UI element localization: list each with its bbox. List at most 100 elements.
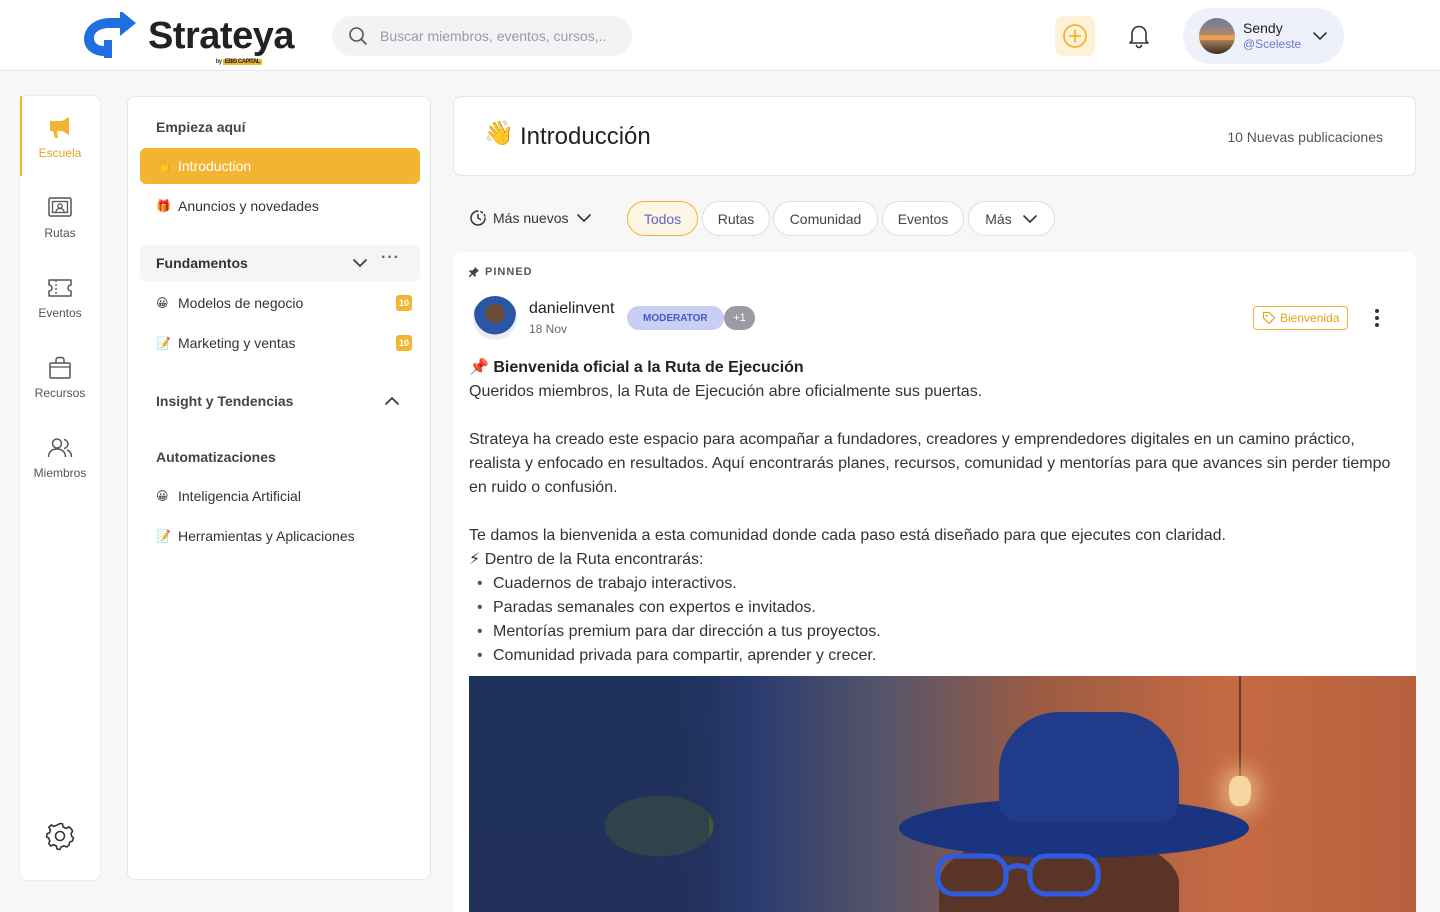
brand-sub-prefix: by [215,59,223,65]
more-options-icon[interactable]: ··· [381,249,400,267]
post-intro: Queridos miembros, la Ruta de Ejecución … [469,383,983,400]
filter-mas[interactable]: Más [968,201,1055,236]
chevron-down-icon [577,214,592,223]
nav-label-recursos: Recursos [34,386,86,400]
bell-icon [1129,25,1149,49]
search-bar[interactable] [332,16,632,56]
tag-icon [1262,311,1276,325]
chevron-down-icon [1022,214,1037,223]
brand-name: Strateya by EBIS CAPITAL [148,15,294,65]
search-icon [349,27,367,45]
moderator-badge: MODERATOR [627,306,724,330]
course-sidebar: Empieza aquí 👋 Introduction 🎁 Anuncios y… [127,96,431,880]
filter-eventos[interactable]: Eventos [882,201,964,236]
course-item-label: Marketing y ventas [178,335,296,351]
memo-icon: 📝 [156,529,171,543]
course-item-modelos[interactable]: 😀 Modelos de negocio 10 [140,285,420,321]
nav-item-eventos[interactable]: Eventos [20,256,100,336]
nav-label-miembros: Miembros [33,466,87,480]
group-label: Fundamentos [156,255,248,271]
notifications-button[interactable] [1119,16,1159,56]
course-item-label: Inteligencia Artificial [178,488,301,504]
pin-icon [469,267,479,277]
extra-roles-badge[interactable]: +1 [724,306,755,330]
post-list-intro: ⚡ Dentro de la Ruta encontrarás: [469,548,1399,572]
brand-name-text: Strateya [148,15,294,57]
sort-label: Más nuevos [493,210,569,226]
filter-label: Más [985,210,1012,227]
course-item-ia[interactable]: 😀 Inteligencia Artificial [140,478,420,514]
count-badge: 10 [396,295,412,311]
megaphone-icon [50,117,69,138]
nav-item-escuela[interactable]: Escuela [20,96,100,176]
plus-circle-icon [1063,24,1087,48]
new-posts-count[interactable]: 10 Nuevas publicaciones [1227,129,1383,145]
filter-comunidad[interactable]: Comunidad [773,201,878,236]
course-item-introduction[interactable]: 👋 Introduction [140,148,420,184]
count-badge: 10 [396,335,412,351]
list-item: Cuadernos de trabajo interactivos. [469,572,1399,596]
post-body: 📌 Bienvenida oficial a la Ruta de Ejecuc… [469,356,1399,668]
filter-label: Eventos [897,210,949,227]
clock-sort-icon [470,210,486,226]
post-welcome: Te damos la bienvenida a esta comunidad … [469,527,1226,544]
sort-dropdown[interactable]: Más nuevos [469,206,592,230]
post-more-options-icon[interactable] [1367,306,1387,330]
wave-icon: 👋 [484,120,514,147]
tag-label: Bienvenida [1280,311,1340,325]
chevron-up-icon[interactable] [384,393,400,409]
brand-sub: by EBIS CAPITAL [216,59,262,65]
course-item-label: Introduction [178,158,252,174]
post-bullet-list: Cuadernos de trabajo interactivos. Parad… [469,572,1399,668]
page-header-card: 👋 Introducción 10 Nuevas publicaciones [453,96,1416,176]
section-title-insight[interactable]: Insight y Tendencias [156,393,293,409]
brand-logo[interactable]: Strateya by EBIS CAPITAL [80,12,294,65]
filter-label: Comunidad [789,210,862,227]
group-fundamentos[interactable]: Fundamentos ··· [140,245,420,281]
list-item: Comunidad privada para compartir, aprend… [469,644,1399,668]
course-item-label: Modelos de negocio [178,295,304,311]
user-handle: @Sceleste [1243,37,1302,52]
post-title-text: Bienvenida oficial a la Ruta de Ejecució… [493,359,804,376]
search-input[interactable] [380,28,620,44]
course-item-anuncios[interactable]: 🎁 Anuncios y novedades [140,188,420,224]
pinned-post: PINNED danielinvent 18 Nov MODERATOR +1 … [453,252,1416,912]
settings-button[interactable] [44,820,76,852]
pushpin-icon: 📌 [469,359,489,376]
course-item-marketing[interactable]: 📝 Marketing y ventas 10 [140,325,420,361]
nav-item-recursos[interactable]: Recursos [20,336,100,416]
lightning-icon: ⚡ [469,551,481,568]
filter-todos[interactable]: Todos [627,201,698,236]
memo-icon: 📝 [156,336,171,350]
nav-item-rutas[interactable]: Rutas [20,176,100,256]
create-button[interactable] [1055,16,1095,56]
presentation-icon [48,197,72,217]
course-item-label: Herramientas y Aplicaciones [178,528,355,544]
list-item: Mentorías premium para dar dirección a t… [469,620,1399,644]
author-name[interactable]: danielinvent [529,300,614,318]
strateya-logo-icon [84,12,136,58]
list-item: Paradas semanales con expertos e invitad… [469,596,1399,620]
nav-item-miembros[interactable]: Miembros [20,416,100,496]
post-tag[interactable]: Bienvenida [1253,306,1349,330]
filter-label: Rutas [717,210,755,227]
gift-icon: 🎁 [156,199,171,213]
post-date: 18 Nov [529,322,568,336]
post-image[interactable] [469,676,1416,912]
user-menu[interactable]: Sendy @Sceleste [1183,8,1344,64]
chevron-down-icon[interactable] [352,255,368,271]
author-avatar[interactable] [473,296,517,340]
section-title-automatizaciones: Automatizaciones [156,449,276,465]
wave-icon: 👋 [156,159,171,173]
chevron-down-icon [1313,32,1327,41]
filter-rutas[interactable]: Rutas [702,201,770,236]
course-item-herramientas[interactable]: 📝 Herramientas y Aplicaciones [140,518,420,554]
user-info: Sendy @Sceleste [1243,19,1301,53]
top-header: Strateya by EBIS CAPITAL Sendy @Sceleste [0,0,1440,71]
pinned-label: PINNED [485,266,533,278]
page-title: Introducción [520,123,651,150]
post-paragraph: Strateya ha creado este espacio para aco… [469,431,1391,496]
ticket-icon [48,279,72,297]
shopping-bag-icon [49,356,71,379]
main-nav: Escuela Rutas Eventos Recursos Miembros [20,96,100,880]
